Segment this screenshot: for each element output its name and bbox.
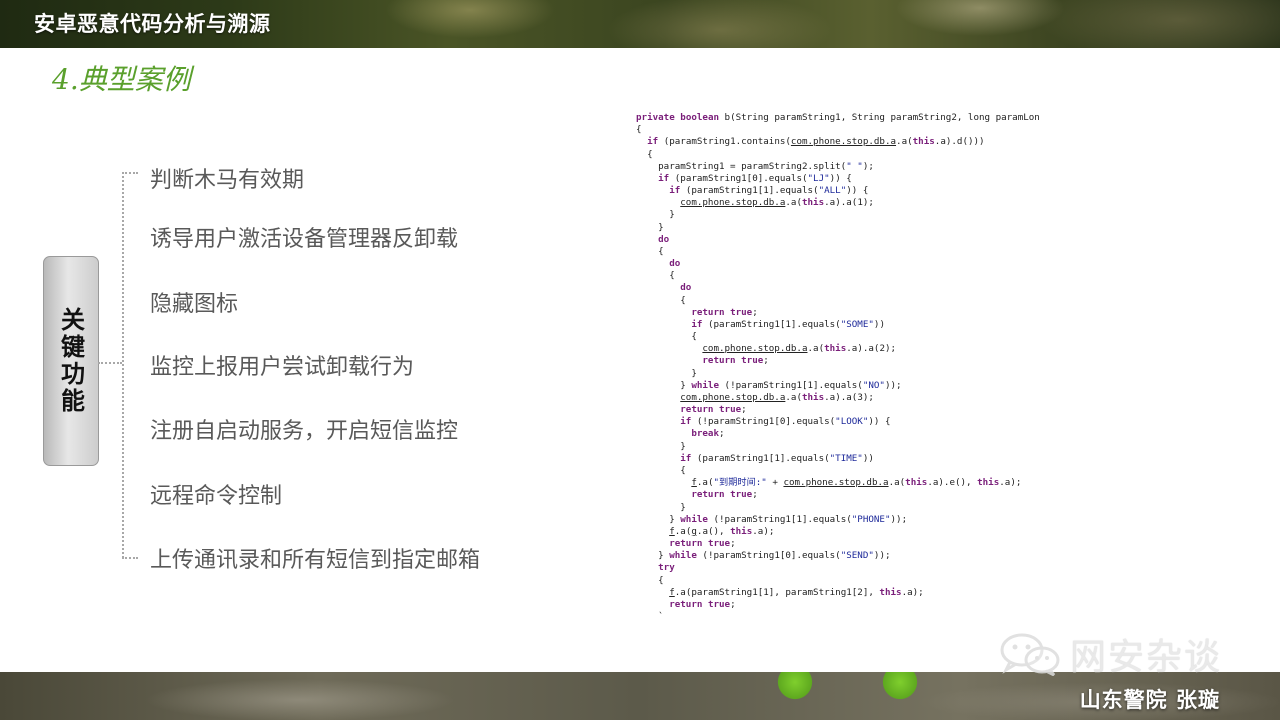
code-line: break; [691,428,725,440]
code-line: return true; [691,489,758,501]
code-line: paramString1 = paramString2.split(" "); [636,160,874,172]
bracket-connector [98,362,122,364]
feature-item: 隐藏图标 [150,292,239,317]
code-line: return true; [691,306,758,318]
code-line: return true; [680,404,747,416]
bracket-line [122,172,124,558]
code-line: try [658,562,675,574]
code-line: com.phone.stop.db.a.a(this.a).a(2); [702,343,897,355]
code-line: if (paramString1.contains(com.phone.stop… [647,136,985,148]
code-line: return true; [702,355,769,367]
code-line: { [636,148,653,160]
code-line: com.phone.stop.db.a.a(this.a).a(3); [680,391,874,403]
feature-item: 监控上报用户尝试卸载行为 [150,355,415,380]
key-functions-label: 关键功能 [56,307,85,415]
code-line: if (paramString1[0].equals("LJ")) { [658,172,852,184]
code-line: do [680,282,692,294]
slide-title: 安卓恶意代码分析与溯源 [34,12,271,36]
top-banner: 安卓恶意代码分析与溯源 [0,0,1280,48]
section-heading: 4.典型案例 [52,63,191,96]
code-line: if (paramString1[1].equals("TIME")) [680,452,874,464]
code-line: } [636,440,686,452]
feature-item: 注册自启动服务，开启短信监控 [150,419,459,444]
code-line: f.a(paramString1[1], paramString1[2], th… [669,586,924,598]
code-line: { [636,574,664,586]
code-line: if (!paramString1[0].equals("LOOK")) { [680,416,891,428]
code-line: if (paramString1[1].equals("SOME")) [691,318,885,330]
code-line: com.phone.stop.db.a.a(this.a).a(1); [680,197,874,209]
code-line: { [636,245,664,257]
code-line: { [636,331,697,343]
bracket-bottom-tick [122,557,138,559]
code-line: } while (!paramString1[0].equals("SEND")… [636,550,891,562]
code-line: f.a(g.a(), this.a); [669,525,775,537]
bracket-top-tick [122,172,138,174]
code-line: } [636,501,686,513]
feature-item: 判断木马有效期 [150,168,305,193]
key-functions-box: 关键功能 [43,256,99,466]
code-line: if (paramString1[1].equals("ALL")) { [669,185,869,197]
code-line: do [669,258,681,270]
code-line: } [636,367,697,379]
code-line: do [658,233,670,245]
watermark: 网安杂谈 [998,630,1222,678]
code-line: } [636,221,664,233]
code-line: } while (!paramString1[1].equals("NO")); [636,379,902,391]
feature-item: 远程命令控制 [150,484,283,509]
code-line: f.a("到期时间:" + com.phone.stop.db.a.a(this… [691,477,1022,489]
feature-item: 诱导用户激活设备管理器反卸载 [150,227,459,252]
watermark-text: 网安杂谈 [1070,637,1223,678]
code-line: private boolean b(String paramString1, S… [636,112,1040,123]
code-line: ` [636,611,664,620]
wechat-icon [1000,633,1060,676]
code-snippet: private boolean b(String paramString1, S… [636,112,1040,620]
code-line: { [636,124,642,136]
author-credit: 山东警院 张璇 [1079,688,1220,712]
code-line: { [636,464,686,476]
code-line: } while (!paramString1[1].equals("PHONE"… [636,513,908,525]
code-line: return true; [669,538,736,550]
feature-item: 上传通讯录和所有短信到指定邮箱 [150,548,481,573]
code-line: return true; [669,598,736,610]
code-line: { [636,294,686,306]
code-line: { [636,270,675,282]
code-line: } [636,209,675,221]
